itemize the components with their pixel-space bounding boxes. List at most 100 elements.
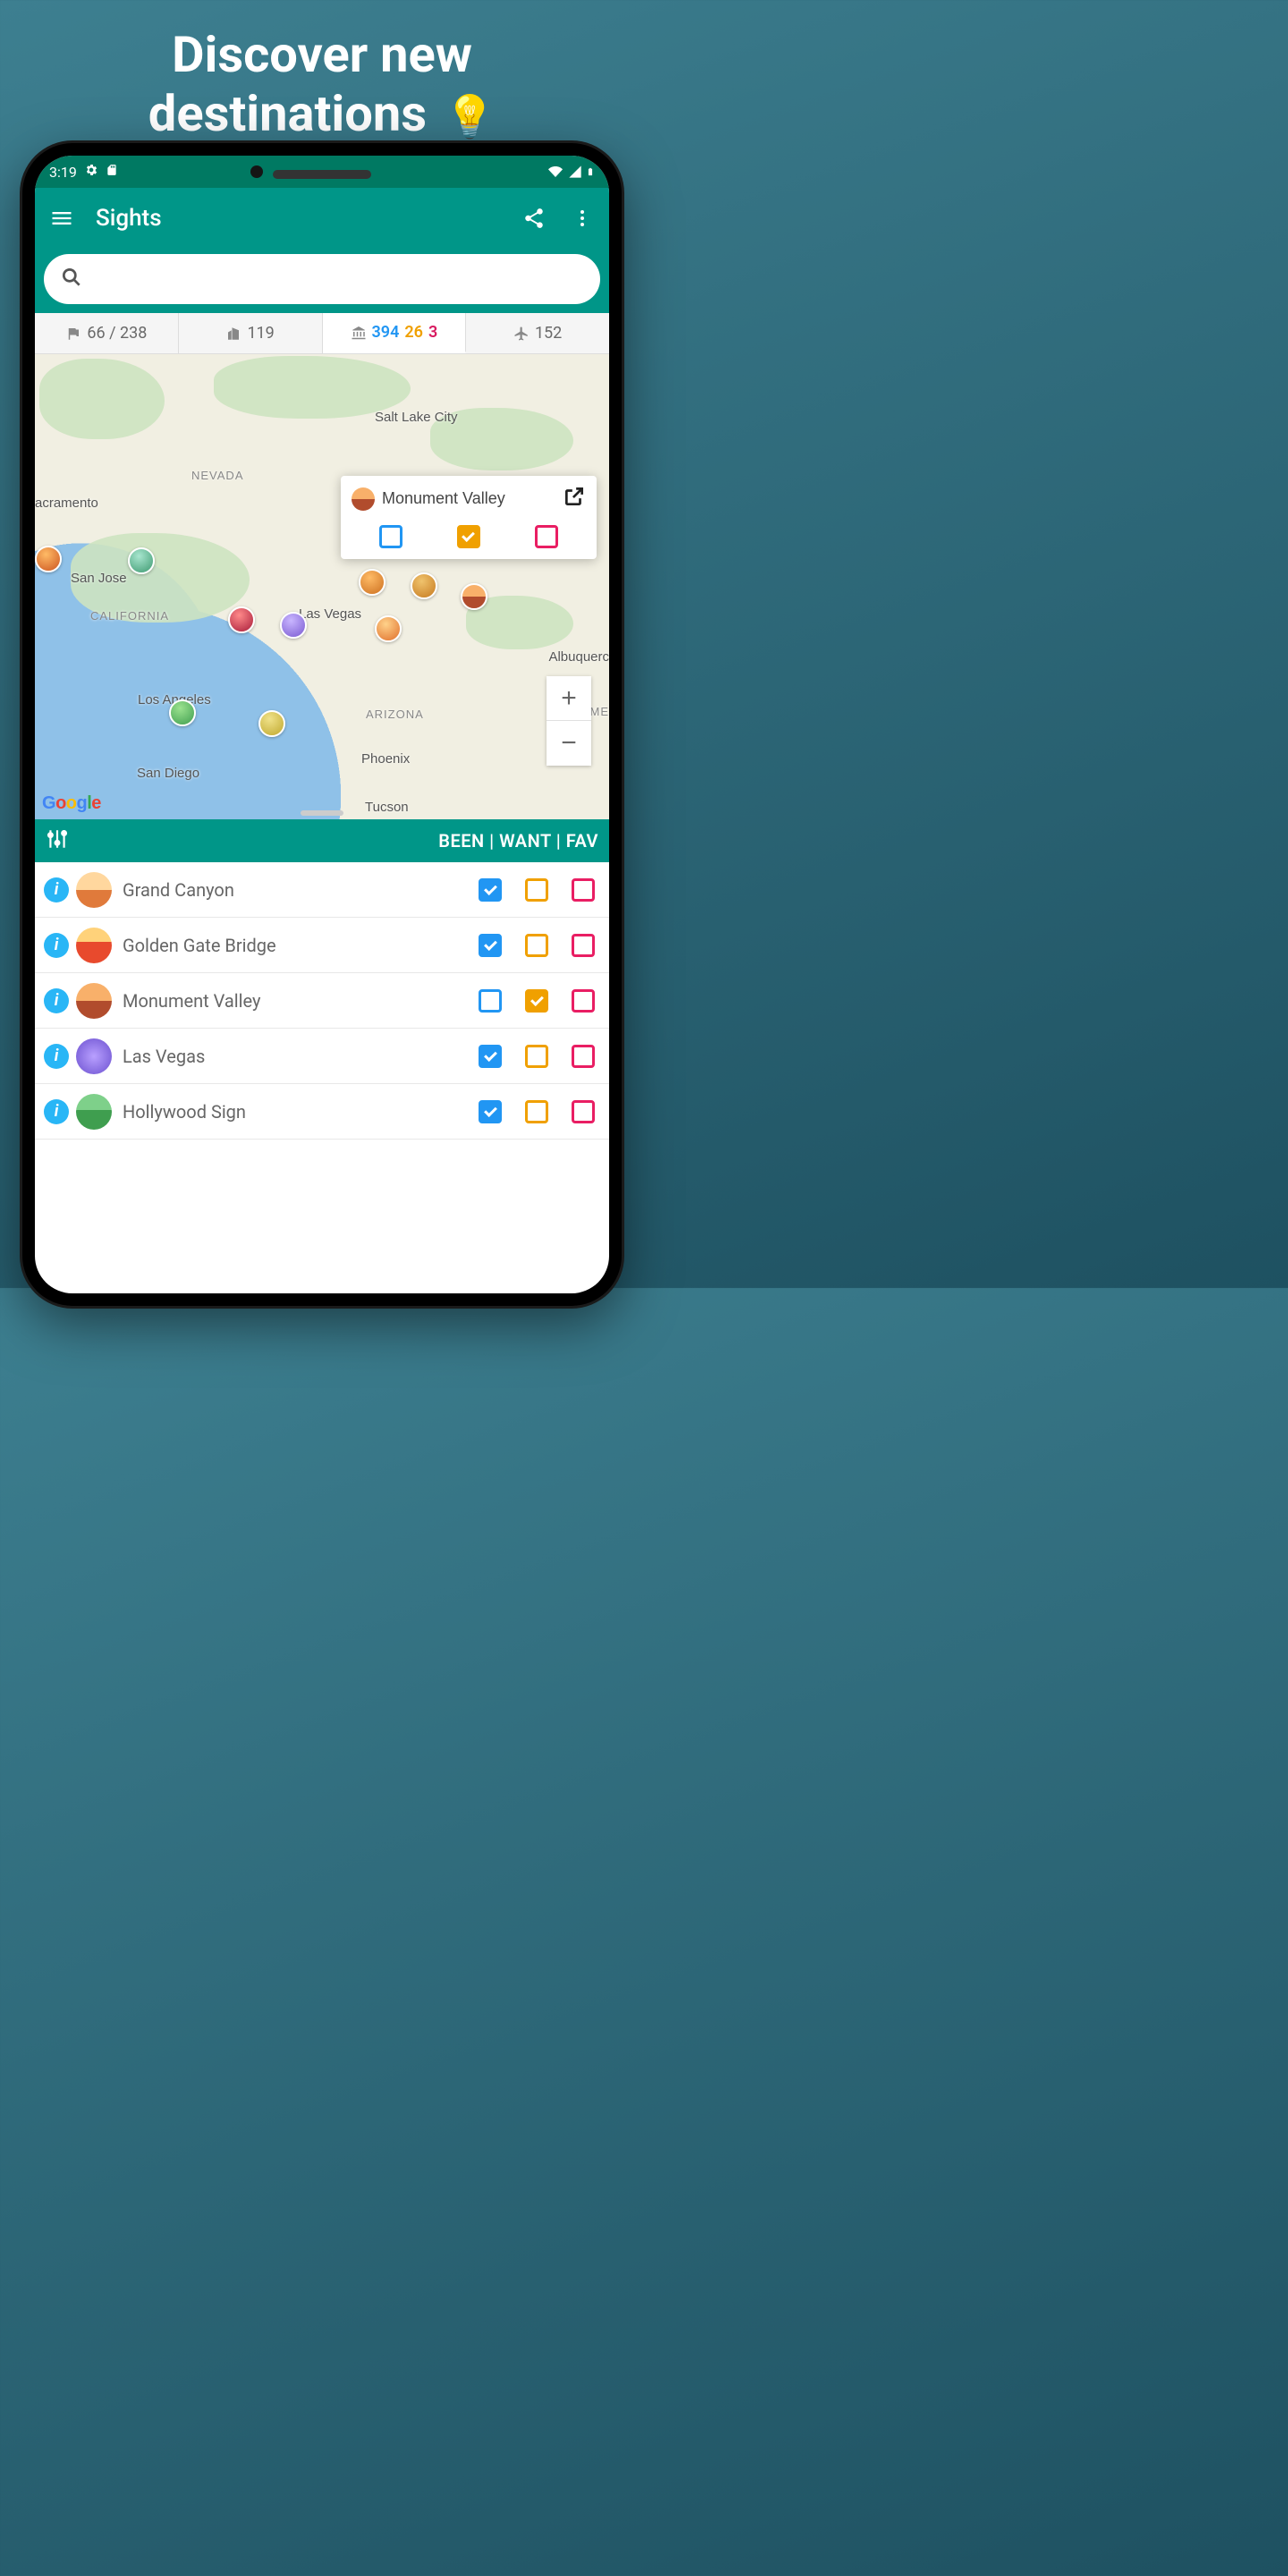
map-drag-handle[interactable]: [301, 810, 343, 816]
info-icon[interactable]: i: [44, 1099, 69, 1124]
promo-line1: Discover new: [172, 25, 472, 84]
promo-headline: Discover new destinations 💡: [0, 25, 644, 143]
sight-name: Golden Gate Bridge: [123, 935, 471, 956]
search-row: [35, 249, 609, 313]
map-pin[interactable]: [258, 710, 285, 737]
gear-icon: [84, 163, 98, 181]
map-label: Tucson: [365, 800, 409, 815]
map-pin[interactable]: [169, 699, 196, 726]
map-pin[interactable]: [411, 572, 437, 599]
sight-list[interactable]: iGrand CanyoniGolden Gate BridgeiMonumen…: [35, 862, 609, 1293]
fav-checkbox[interactable]: [572, 878, 595, 902]
phone-screen: 3:19: [35, 156, 609, 1293]
list-filter-bar: BEEN | WANT | FAV: [35, 819, 609, 862]
sight-thumb: [76, 872, 112, 908]
sight-row[interactable]: i Golden Gate Bridge: [35, 918, 609, 973]
hamburger-menu-icon[interactable]: [47, 204, 76, 233]
been-checkbox[interactable]: [479, 934, 502, 957]
been-checkbox[interactable]: [479, 1045, 502, 1068]
info-icon[interactable]: i: [44, 877, 69, 902]
want-checkbox[interactable]: [525, 1100, 548, 1123]
sight-row[interactable]: iGrand Canyon: [35, 862, 609, 918]
map-pin[interactable]: [128, 547, 155, 574]
search-field[interactable]: [44, 254, 600, 304]
tab-sights[interactable]: 394 26 3: [323, 313, 467, 353]
search-icon: [60, 266, 83, 292]
want-checkbox[interactable]: [525, 989, 548, 1013]
map-view[interactable]: Salt Lake City NEVADA acramento San Jose…: [35, 354, 609, 819]
sight-row[interactable]: iHollywood Sign: [35, 1084, 609, 1140]
stat-cities-value: 119: [247, 324, 274, 343]
sight-thumb: [76, 1038, 112, 1074]
sight-row[interactable]: i Las Vegas: [35, 1029, 609, 1084]
status-time: 3:19: [49, 164, 77, 181]
popup-want-checkbox[interactable]: [457, 525, 480, 548]
zoom-in-button[interactable]: +: [547, 676, 591, 721]
map-label: San Jose: [71, 571, 127, 586]
phone-frame: 3:19: [22, 143, 622, 1306]
info-icon[interactable]: i: [44, 1044, 69, 1069]
fav-checkbox[interactable]: [572, 1100, 595, 1123]
sight-name: Monument Valley: [123, 990, 471, 1012]
overflow-menu-icon[interactable]: [568, 204, 597, 233]
filter-sliders-icon[interactable]: [46, 827, 69, 855]
stat-flags-value: 66 / 238: [87, 324, 147, 343]
open-external-icon[interactable]: [563, 485, 586, 513]
map-label: NEVADA: [191, 469, 244, 482]
popup-fav-checkbox[interactable]: [535, 525, 558, 548]
map-pin[interactable]: [359, 569, 386, 596]
map-pin[interactable]: [280, 612, 307, 639]
map-label: San Diego: [137, 766, 199, 781]
cell-signal-icon: [568, 165, 582, 179]
popup-thumb: [352, 487, 375, 511]
map-pin[interactable]: [461, 583, 487, 610]
flag-icon: [65, 326, 81, 342]
filter-columns-label: BEEN | WANT | FAV: [438, 830, 598, 852]
zoom-out-button[interactable]: −: [547, 721, 591, 766]
sight-row[interactable]: i Monument Valley: [35, 973, 609, 1029]
airplane-icon: [513, 326, 530, 342]
want-checkbox[interactable]: [525, 878, 548, 902]
map-pin[interactable]: [375, 615, 402, 642]
map-label: ARIZONA: [366, 708, 424, 721]
tab-cities[interactable]: 119: [179, 313, 323, 353]
stat-sights-blue: 394: [372, 323, 400, 342]
been-checkbox[interactable]: [479, 878, 502, 902]
fav-checkbox[interactable]: [572, 1045, 595, 1068]
map-zoom-control: + −: [547, 676, 591, 766]
map-label: acramento: [35, 496, 98, 511]
stat-sights-red: 3: [428, 323, 437, 342]
search-input[interactable]: [96, 269, 584, 290]
been-checkbox[interactable]: [479, 989, 502, 1013]
sight-name: Las Vegas: [123, 1046, 471, 1067]
app-bar: Sights: [35, 188, 609, 249]
popup-been-checkbox[interactable]: [379, 525, 402, 548]
map-label: Las Vegas: [299, 606, 361, 622]
sight-thumb: [76, 983, 112, 1019]
google-logo: Google: [42, 793, 101, 814]
wifi-icon: [547, 165, 564, 179]
map-label: Albuquerc: [548, 649, 609, 665]
building-icon: [225, 326, 242, 342]
museum-icon: [351, 324, 367, 340]
map-label: CALIFORNIA: [90, 609, 169, 623]
info-icon[interactable]: i: [44, 988, 69, 1013]
sight-thumb: [76, 928, 112, 963]
tab-flags[interactable]: 66 / 238: [35, 313, 179, 353]
sd-card-icon: [106, 163, 118, 181]
map-pin[interactable]: [35, 546, 62, 572]
map-label: Salt Lake City: [375, 410, 458, 425]
info-icon[interactable]: i: [44, 933, 69, 958]
share-icon[interactable]: [520, 204, 548, 233]
map-pin[interactable]: [228, 606, 255, 633]
battery-icon: [586, 164, 595, 180]
fav-checkbox[interactable]: [572, 989, 595, 1013]
been-checkbox[interactable]: [479, 1100, 502, 1123]
stats-tabs: 66 / 238 119 394 26 3 152: [35, 313, 609, 354]
tab-airports[interactable]: 152: [466, 313, 609, 353]
sight-thumb: [76, 1094, 112, 1130]
fav-checkbox[interactable]: [572, 934, 595, 957]
map-popup: Monument Valley: [341, 476, 597, 559]
want-checkbox[interactable]: [525, 1045, 548, 1068]
want-checkbox[interactable]: [525, 934, 548, 957]
